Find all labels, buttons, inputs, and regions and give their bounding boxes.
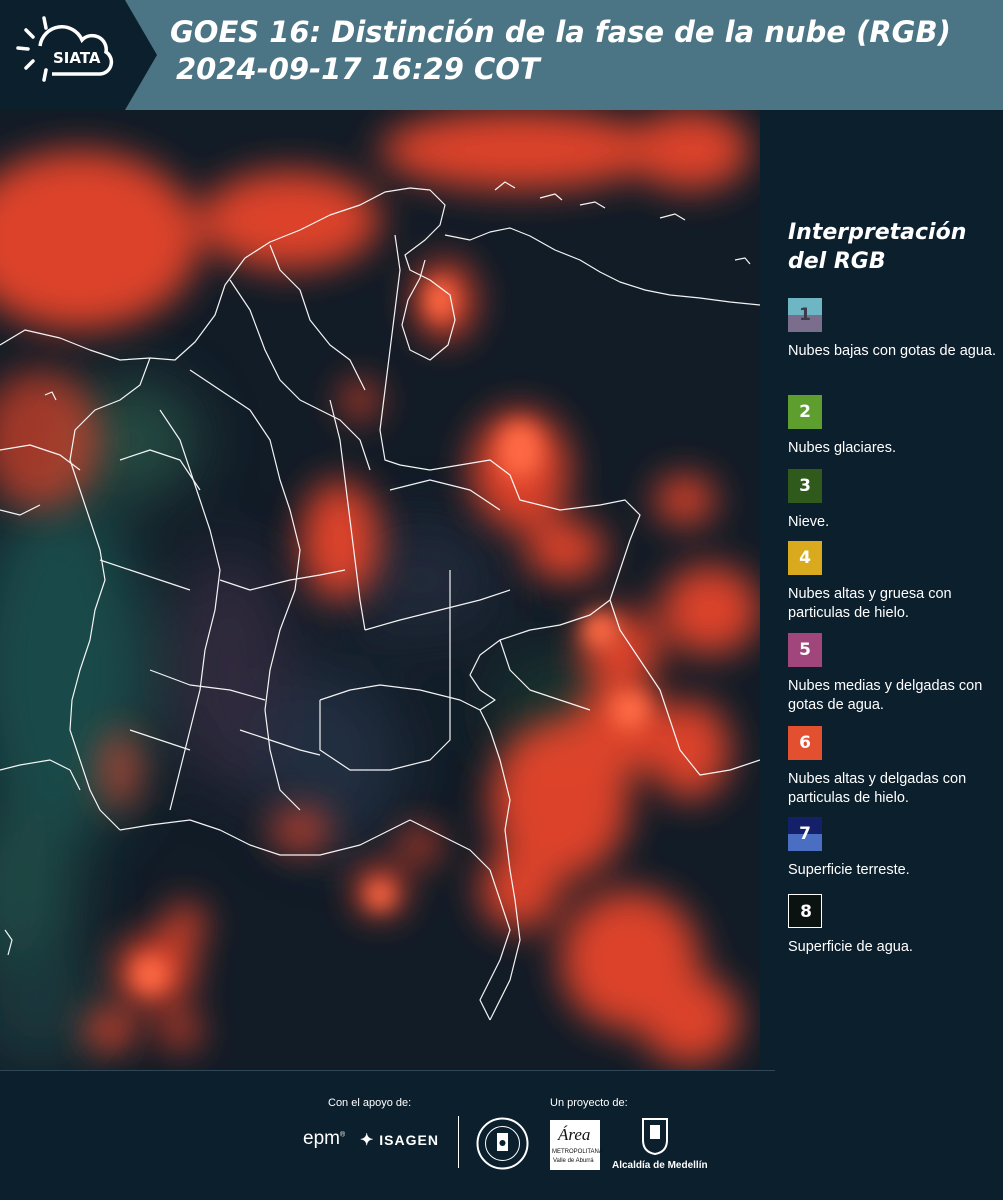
legend-item-7: 7 Superficie terreste. [788,817,998,880]
legend-item-1: 1 Nubes bajas con gotas de agua. [788,298,998,361]
legend-item-2: 2 Nubes glaciares. [788,395,998,458]
header-bar: SIATA GOES 16: Distinción de la fase de … [0,0,1003,110]
legend-item-6: 6 Nubes altas y delgadas con particulas … [788,726,998,808]
legend-label: Nieve. [788,514,830,530]
epm-text: epm [303,1128,340,1149]
legend-number: 1 [799,305,811,325]
project-label: Un proyecto de: [550,1097,628,1109]
legend-swatch: 6 [788,726,822,760]
legend-swatch: 7 [788,817,822,851]
legend-number: 2 [799,402,811,422]
area-logo-text: Área [558,1125,591,1144]
footer-separator [458,1116,459,1168]
alcaldia-shield-icon [642,1118,668,1156]
isagen-logo: ✦ ISAGEN [360,1130,439,1150]
legend-number: 7 [799,824,811,844]
alcaldia-text: Alcaldía de Medellín [612,1160,708,1171]
footer: Con el apoyo de: Un proyecto de: epm® ✦ … [0,1070,1003,1200]
logo-text: SIATA [53,49,101,67]
legend-item-4: 4 Nubes altas y gruesa con particulas de… [788,541,998,623]
legend-label: Superficie terreste. [788,862,910,878]
isagen-text: ISAGEN [379,1132,439,1148]
area-logo-subtext: METROPOLITANA [552,1149,603,1155]
legend-swatch: 5 [788,633,822,667]
support-label: Con el apoyo de: [328,1097,412,1109]
area-metropolitana-logo: Área METROPOLITANA Valle de Aburrá [550,1120,603,1170]
legend-label: Superficie de agua. [788,939,913,955]
legend-label: Nubes altas y delgadas con particulas de… [788,771,967,806]
epm-logo: epm® [303,1128,346,1149]
legend-label: Nubes altas y gruesa con particulas de h… [788,586,952,621]
legend-number: 6 [799,733,811,753]
satellite-map [0,110,760,1070]
area-logo-subtext-2: Valle de Aburrá [553,1158,594,1164]
legend-swatch: 1 [788,298,822,332]
legend-number: 4 [799,548,811,568]
legend-title: Interpretación del RGB [788,220,967,274]
legend-item-5: 5 Nubes medias y delgadas con gotas de a… [788,633,998,715]
legend-swatch: 8 [788,894,822,928]
legend-label: Nubes medias y delgadas con gotas de agu… [788,678,983,713]
legend-item-8: 8 Superficie de agua. [788,894,998,957]
legend-panel: Interpretación del RGB 1 Nubes bajas con… [760,110,1003,1070]
legend-number: 8 [800,902,812,922]
legend-label: Nubes glaciares. [788,440,896,456]
legend-swatch: 2 [788,395,822,429]
legend-item-3: 3 Nieve. [788,469,998,532]
legend-swatch: 3 [788,469,822,503]
legend-number: 3 [799,476,811,496]
legend-number: 5 [799,640,811,660]
title-line-1: GOES 16: Distinción de la fase de la nub… [170,15,951,49]
siata-logo: SIATA [0,0,157,110]
legend-label: Nubes bajas con gotas de agua. [788,343,996,359]
isagen-icon: ✦ [360,1132,375,1149]
page-title: GOES 16: Distinción de la fase de la nub… [170,14,951,88]
seal-logo-icon [476,1117,529,1170]
footer-divider [0,1070,775,1071]
legend-swatch: 4 [788,541,822,575]
title-timestamp: 2024-09-17 16:29 COT [176,52,540,86]
